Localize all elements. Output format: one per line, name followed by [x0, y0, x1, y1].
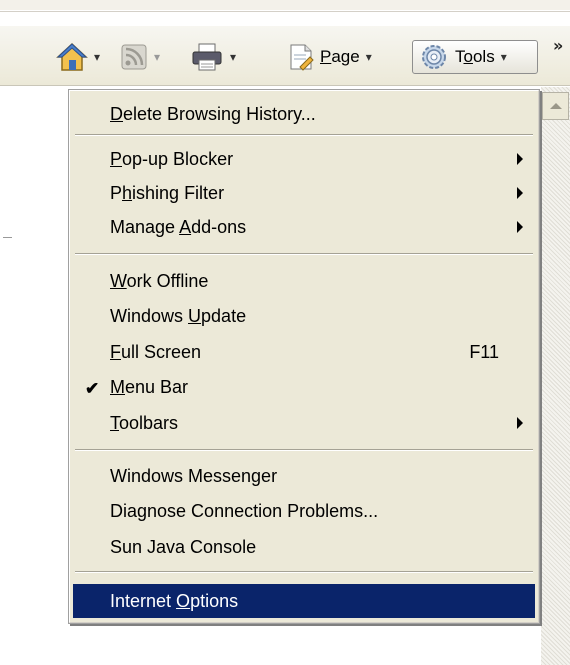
home-icon [56, 42, 88, 71]
checkmark-icon: ✔ [85, 379, 100, 398]
menu-item-windows-messenger[interactable]: Windows Messenger [73, 459, 535, 493]
menu-item-label: Full Screen [110, 341, 202, 362]
menu-item-label: Diagnose Connection Problems... [110, 500, 379, 521]
window-top-edge [0, 0, 570, 12]
menu-item-sun-java-console[interactable]: Sun Java Console [73, 530, 535, 564]
page-icon [290, 44, 314, 71]
tools-menu-label: Tools [455, 47, 495, 66]
vertical-scrollbar[interactable] [541, 87, 570, 665]
menu-item-delete-browsing-history[interactable]: Delete Browsing History... [73, 97, 535, 131]
tools-dropdown-icon[interactable]: ▾ [501, 50, 507, 64]
menu-item-phishing-filter[interactable]: Phishing Filter [73, 176, 535, 210]
toolbar-overflow-chevron-icon[interactable]: » [553, 36, 563, 55]
home-dropdown-icon[interactable]: ▾ [94, 50, 100, 64]
menu-item-label: Sun Java Console [110, 536, 257, 557]
menu-item-work-offline[interactable]: Work Offline [73, 264, 535, 298]
menu-separator [75, 571, 533, 573]
menu-item-internet-options[interactable]: Internet Options [73, 584, 535, 618]
menu-item-label: Toolbars [110, 412, 179, 433]
menu-item-popup-blocker[interactable]: Pop-up Blocker [73, 142, 535, 176]
page-content-mark [3, 237, 12, 238]
menu-separator [75, 253, 533, 255]
gear-icon [422, 45, 446, 69]
page-menu-label: Page [320, 47, 360, 66]
scroll-up-button[interactable] [542, 92, 569, 120]
tools-dropdown-menu: Delete Browsing History... Pop-up Blocke… [68, 89, 540, 624]
menu-item-menu-bar[interactable]: ✔ Menu Bar [73, 370, 535, 404]
feeds-dropdown-icon[interactable]: ▾ [154, 50, 160, 64]
menu-item-label: Windows Messenger [110, 465, 278, 486]
menu-item-label: Windows Update [110, 305, 247, 326]
menu-item-diagnose-connection-problems[interactable]: Diagnose Connection Problems... [73, 494, 535, 528]
menu-item-label: Phishing Filter [110, 182, 225, 203]
menu-item-windows-update[interactable]: Windows Update [73, 299, 535, 333]
rss-feed-icon [121, 44, 147, 70]
feeds-button[interactable]: ▾ [120, 40, 160, 74]
page-dropdown-icon[interactable]: ▾ [366, 50, 372, 64]
menu-separator [75, 449, 533, 451]
tools-menu-button[interactable]: Tools ▾ [412, 40, 538, 74]
submenu-arrow-icon [517, 417, 523, 429]
submenu-arrow-icon [517, 221, 523, 233]
menu-item-label: Delete Browsing History... [110, 103, 316, 124]
submenu-arrow-icon [517, 153, 523, 165]
printer-icon [192, 43, 222, 71]
menu-separator [75, 134, 533, 136]
print-dropdown-icon[interactable]: ▾ [230, 50, 236, 64]
page-menu-button[interactable]: Page ▾ [288, 40, 372, 74]
menu-item-toolbars[interactable]: Toolbars [73, 406, 535, 440]
menu-item-full-screen[interactable]: Full Screen F11 [73, 335, 535, 369]
print-button[interactable]: ▾ [190, 40, 236, 74]
menu-item-label: Menu Bar [110, 376, 189, 397]
command-bar: ▾ ▾ ▾ Page ▾ Tools ▾ » [0, 26, 570, 86]
menu-item-manage-add-ons[interactable]: Manage Add-ons [73, 210, 535, 244]
home-button[interactable]: ▾ [56, 40, 100, 74]
menu-item-label: Pop-up Blocker [110, 148, 234, 169]
menu-item-shortcut: F11 [469, 341, 499, 362]
scroll-up-arrow-icon [549, 103, 562, 109]
menu-item-label: Internet Options [110, 590, 239, 611]
menu-item-label: Work Offline [110, 270, 209, 291]
menu-item-label: Manage Add-ons [110, 216, 247, 237]
submenu-arrow-icon [517, 187, 523, 199]
